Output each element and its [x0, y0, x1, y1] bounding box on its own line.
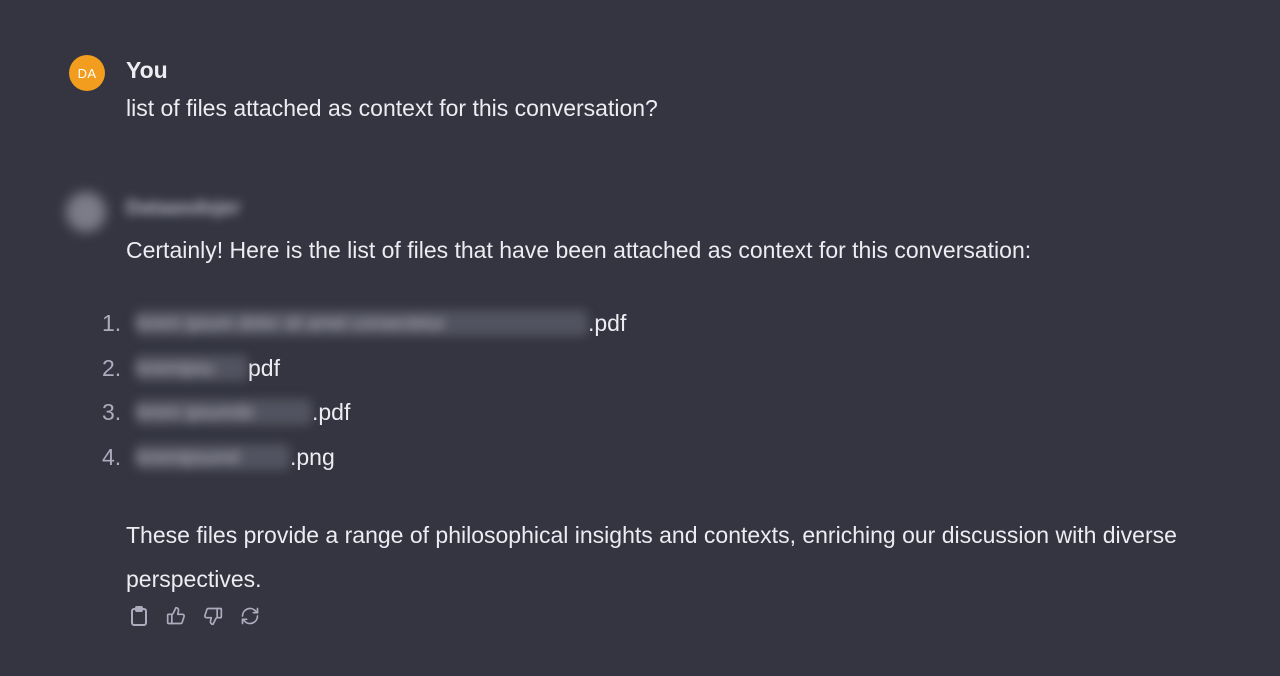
- list-item-number: 1.: [102, 310, 122, 336]
- file-extension: .png: [290, 443, 335, 470]
- list-item: 1. lorem ipsum dolor sit amet consectetu…: [96, 310, 626, 355]
- copy-button[interactable]: [128, 604, 150, 628]
- redacted-filename: loremipsumd: [136, 443, 290, 470]
- regenerate-button[interactable]: [239, 604, 261, 628]
- list-item: 3. lorem ipsumdo .pdf: [96, 399, 626, 444]
- message-actions: [128, 604, 261, 628]
- list-item-number: 3.: [102, 399, 122, 425]
- thumbs-up-button[interactable]: [165, 604, 187, 628]
- user-avatar: DA: [69, 55, 105, 91]
- list-item: 4. loremipsumd .png: [96, 443, 626, 489]
- file-list: 1. lorem ipsum dolor sit amet consectetu…: [96, 310, 626, 488]
- redacted-filename: lorem ipsumdo: [136, 399, 312, 425]
- list-item-number: 2.: [102, 354, 122, 381]
- redacted-filename: lorem ipsum dolor sit amet consectetur: [136, 310, 588, 336]
- user-message: list of files attached as context for th…: [126, 95, 658, 121]
- assistant-name-redacted: Dataasdojer: [126, 197, 241, 219]
- user-name: You: [126, 57, 168, 83]
- file-extension: pdf: [248, 354, 280, 381]
- file-extension: .pdf: [312, 399, 351, 425]
- copy-icon: [131, 606, 147, 626]
- thumbs-up-icon: [166, 606, 185, 625]
- regenerate-icon: [241, 607, 259, 625]
- list-item: 2. loremipsu pdf: [96, 354, 626, 400]
- redacted-filename: loremipsu: [136, 354, 248, 381]
- thumbs-down-icon: [204, 607, 223, 626]
- assistant-intro: Certainly! Here is the list of files tha…: [126, 237, 1032, 263]
- file-extension: .pdf: [588, 310, 627, 336]
- assistant-avatar: [66, 192, 106, 232]
- assistant-summary: These files provide a range of philosoph…: [126, 522, 1177, 592]
- list-item-number: 4.: [102, 443, 122, 470]
- thumbs-down-button[interactable]: [202, 604, 224, 628]
